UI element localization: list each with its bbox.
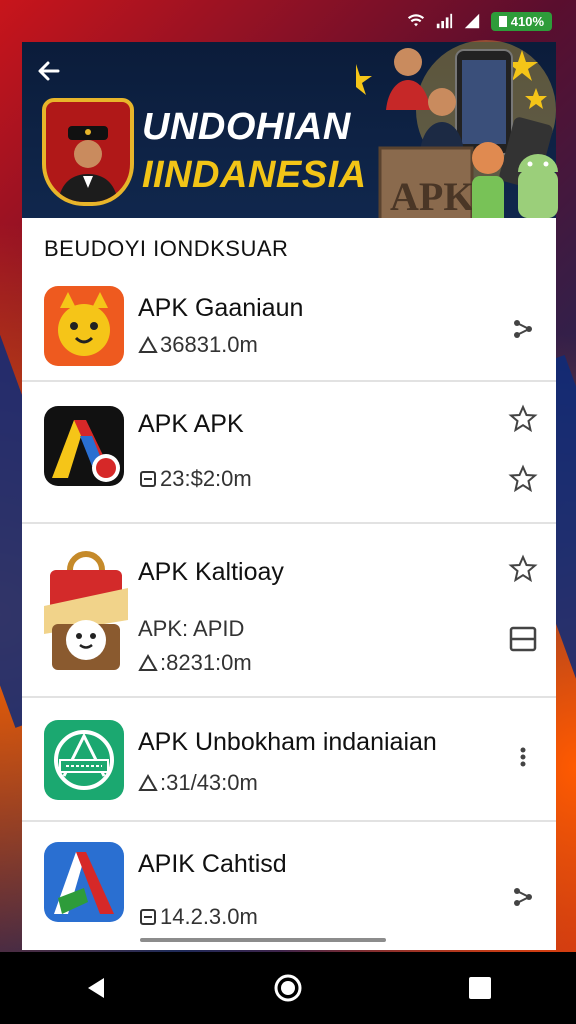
app-size: :8231:0m	[138, 650, 252, 676]
back-arrow-icon[interactable]	[34, 56, 64, 86]
status-bar: 410%	[0, 0, 576, 42]
banner-title-line2: IINDANESIA	[142, 154, 367, 196]
green-badge-icon	[44, 720, 124, 800]
battery-icon	[498, 16, 507, 27]
list-item[interactable]: APK Unbokham indaniaian :31/43:0m	[22, 696, 556, 822]
app-name: APIK Cahtisd	[138, 850, 287, 878]
app-name: APK APK	[138, 410, 244, 438]
star-decoration-icon	[356, 64, 372, 95]
cat-face-icon	[44, 286, 124, 366]
file-icon	[140, 471, 156, 487]
section-title: BEUDOYI IONDKSUAR	[44, 236, 289, 261]
app-name: APK Gaaniaun	[138, 294, 304, 322]
list-item[interactable]: APIK Cahtisd 14.2.3.0m	[22, 820, 556, 950]
navigation-bar	[0, 952, 576, 1024]
app-name: APK Kaltioay	[138, 558, 284, 586]
app-list: BEUDOYI IONDKSUAR APK Gaaniaun 36831.0m	[22, 218, 556, 950]
app-size: 14.2.3.0m	[138, 904, 258, 930]
blue-red-a-icon	[44, 842, 124, 922]
app-size: 23:$2:0m	[138, 466, 252, 492]
list-item[interactable]: APK Kaltioay APK: APID :8231:0m	[22, 522, 556, 698]
battery-indicator: 410%	[490, 11, 552, 31]
home-nav-icon	[274, 974, 302, 1002]
minus-box-icon[interactable]	[508, 624, 538, 654]
list-item[interactable]: APK APK 23:$2:0m	[22, 380, 556, 524]
banner-title-line1: UNDOHIAN	[142, 106, 351, 148]
cell-signal-icon	[464, 13, 479, 29]
star-icon[interactable]	[508, 554, 538, 584]
signal-bars-icon	[436, 13, 452, 29]
recents-nav-icon	[469, 977, 491, 999]
app-size-value: 23:$2:0m	[160, 466, 252, 491]
recents-nav-button[interactable]	[460, 968, 500, 1008]
scrollbar[interactable]	[140, 938, 386, 942]
back-nav-button[interactable]	[76, 968, 116, 1008]
file-icon	[140, 909, 156, 925]
star-icon[interactable]	[508, 464, 538, 494]
home-nav-button[interactable]	[268, 968, 308, 1008]
list-item[interactable]: APK Gaaniaun 36831.0m	[22, 278, 556, 382]
star-icon[interactable]	[508, 404, 538, 434]
share-icon[interactable]	[508, 882, 538, 912]
app-size: :31/43:0m	[138, 770, 258, 796]
battery-level: 410%	[510, 13, 544, 29]
triangle-icon	[138, 773, 158, 791]
official-portrait-icon	[58, 126, 118, 202]
shopping-bag-icon	[44, 548, 128, 672]
app-size-value: 14.2.3.0m	[160, 904, 258, 929]
app-size-value: :8231:0m	[160, 650, 252, 675]
promo-sign-text: APK	[390, 174, 474, 219]
emblem-shield	[42, 98, 134, 206]
app-size-value: 36831.0m	[160, 332, 258, 357]
wifi-icon	[407, 14, 424, 27]
triangle-icon	[138, 653, 158, 671]
more-icon[interactable]	[508, 742, 538, 772]
red-yellow-a-icon	[44, 406, 124, 486]
app-name: APK Unbokham indaniaian	[138, 728, 437, 756]
back-nav-icon	[88, 978, 104, 998]
triangle-icon	[138, 335, 158, 353]
app-size: 36831.0m	[138, 332, 258, 358]
app-subtitle: APK: APID	[138, 616, 245, 641]
app-size-value: :31/43:0m	[160, 770, 258, 795]
share-icon[interactable]	[508, 314, 538, 344]
